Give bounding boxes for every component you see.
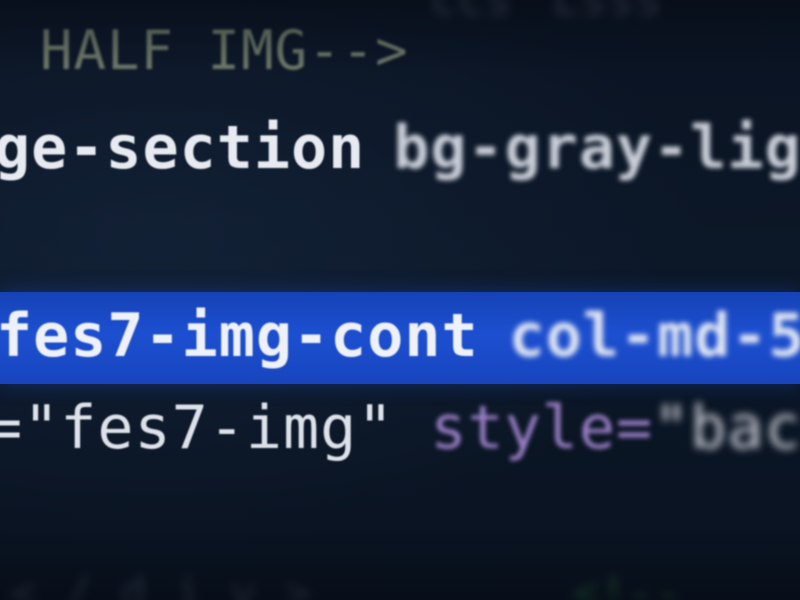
class-token: ge-section	[0, 113, 366, 183]
code-line-bottom: < / d i v > <!--	[10, 572, 682, 600]
code-token: ccs	[430, 0, 512, 22]
code-editor-view: ccsLsss HALF IMG--> ge-sectionbg-gray-li…	[0, 0, 800, 600]
attribute-token: style=	[430, 393, 654, 463]
string-token: ="fes7-img"	[0, 393, 395, 463]
code-line-comment: HALF IMG-->	[40, 24, 409, 78]
class-token: bg-gray-ligh	[393, 113, 800, 183]
comment-token: HALF IMG-->	[40, 19, 409, 82]
code-line-selected[interactable]: fes7-img-contcol-md-5"	[0, 306, 800, 366]
string-token: "backg	[653, 393, 800, 463]
comment-token: <!--	[572, 568, 683, 600]
class-token: fes7-img-cont	[0, 301, 479, 371]
code-line-top-fragment: ccs Lsss	[430, 0, 662, 22]
class-token: col-md-5"	[508, 301, 800, 371]
code-line-img: ="fes7-img"style="backg	[0, 398, 800, 458]
code-token: < / d i v >	[10, 568, 313, 600]
code-token: Lsss	[552, 0, 662, 22]
code-line-section-class: ge-section bg-gray-ligh	[0, 118, 800, 178]
